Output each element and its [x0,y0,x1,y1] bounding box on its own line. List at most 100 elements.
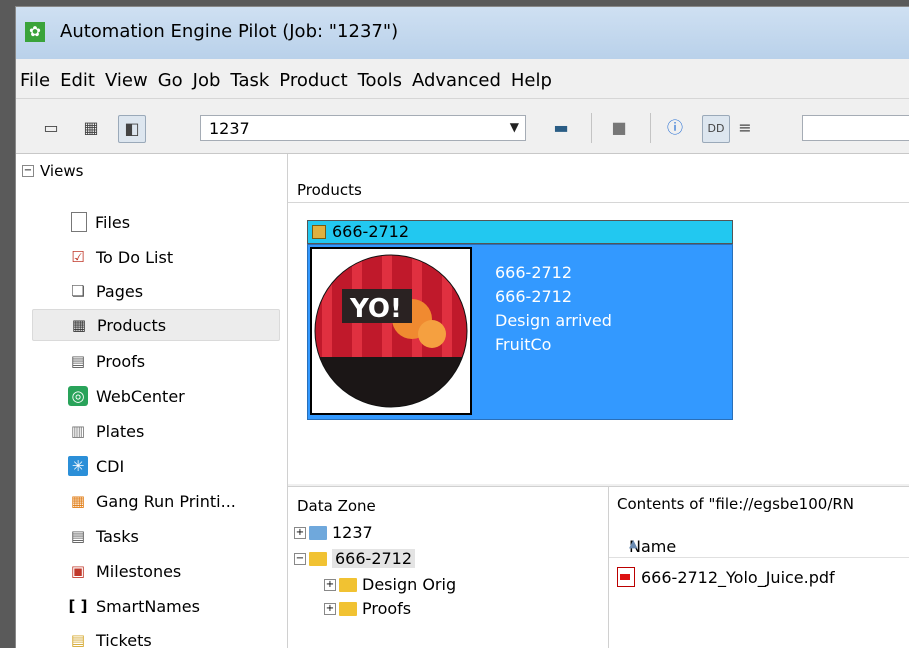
nav-item-label: Products [97,316,166,335]
products-header: Products [288,176,909,203]
plates-icon: ▥ [68,421,88,441]
nav-item-label: Milestones [96,562,181,581]
nav-item-milestones[interactable]: ▣ Milestones [32,555,280,587]
list-view-icon[interactable]: ≡ [732,115,758,141]
single-pane-icon[interactable]: ▭ [38,115,64,141]
file-name: 666-2712_Yolo_Juice.pdf [641,568,835,587]
app-window: ✿ Automation Engine Pilot (Job: "1237") … [15,6,909,648]
menu-advanced[interactable]: Advanced [412,70,501,91]
tree-node-design-orig[interactable]: + Design Orig [324,575,456,594]
products-header-label: Products [297,181,362,199]
expand-icon[interactable]: + [324,579,336,591]
tree-node-666-2712[interactable]: − 666-2712 [294,549,415,568]
cdi-icon: ✳ [68,456,88,476]
contents-pane: Contents of "file://egsbe100/RN Name ▲ 6… [609,486,909,648]
sort-ascending-icon: ▲ [629,537,637,550]
info-icon[interactable]: ⓘ [662,115,688,141]
views-pane: − Views Files ☑ To Do List ❏ Pages ▦ Pro… [16,154,288,648]
nav-item-label: To Do List [96,248,173,267]
job-combo[interactable]: 1237 ▼ [200,115,526,141]
menu-go[interactable]: Go [158,70,183,91]
expand-icon[interactable]: + [324,603,336,615]
tasks-icon: ▤ [68,526,88,546]
nav-item-label: Plates [96,422,144,441]
expand-icon[interactable]: + [294,527,306,539]
products-icon: ▦ [69,315,89,335]
nav-item-label: Proofs [96,352,145,371]
views-header[interactable]: − Views [22,162,83,180]
milestones-icon: ▣ [68,561,88,581]
tree-node-1237[interactable]: + 1237 [294,523,373,542]
folder-icon [309,552,327,566]
menu-job[interactable]: Job [193,70,221,91]
name-column-header[interactable]: Name ▲ [609,527,909,558]
gang-run-icon: ▦ [68,491,88,511]
collapse-icon[interactable]: − [22,165,34,177]
job-combo-value: 1237 [209,119,250,138]
webcenter-icon: ◎ [68,386,88,406]
data-zone-pane: Data Zone + 1237 − 666-2712 + Design Ori… [288,486,609,648]
tree-node-label: Proofs [362,599,411,618]
folder-icon [309,526,327,540]
product-line: 666-2712 [495,261,612,285]
nav-item-plates[interactable]: ▥ Plates [32,415,280,447]
product-icon [312,225,326,239]
nav-item-label: Tasks [96,527,139,546]
menu-task[interactable]: Task [230,70,269,91]
menu-help[interactable]: Help [511,70,552,91]
menu-file[interactable]: File [20,70,50,91]
nav-item-cdi[interactable]: ✳ CDI [32,450,280,482]
file-row[interactable]: 666-2712_Yolo_Juice.pdf [617,567,835,587]
nav-item-tickets[interactable]: ▤ Tickets [32,624,280,648]
app-logo-icon: ✿ [25,22,45,42]
nav-item-label: SmartNames [96,597,200,616]
products-pane: Products 666-2712 [288,154,909,484]
product-card[interactable]: YO! 666-2712 666-2712 Design arrived Fru… [307,244,733,420]
nav-item-products[interactable]: ▦ Products [32,309,280,341]
tree-node-proofs[interactable]: + Proofs [324,599,411,618]
nav-item-gang-run[interactable]: ▦ Gang Run Printi... [32,485,280,517]
nav-item-webcenter[interactable]: ◎ WebCenter [32,380,280,412]
product-info: 666-2712 666-2712 Design arrived FruitCo [495,261,612,357]
pages-icon: ❏ [68,281,88,301]
toolbar-separator [650,113,651,143]
nav-item-to-do-list[interactable]: ☑ To Do List [32,241,280,273]
data-zone-header: Data Zone [288,487,608,513]
product-card-header[interactable]: 666-2712 [307,220,733,244]
nav-item-label: Pages [96,282,143,301]
nav-item-pages[interactable]: ❏ Pages [32,275,280,307]
split-pane-icon[interactable]: ◧ [118,115,146,143]
proofs-icon: ▤ [68,351,88,371]
chevron-down-icon: ▼ [510,120,519,134]
menu-product[interactable]: Product [279,70,347,91]
smartnames-icon: [ ] [68,596,88,616]
data-zone-header-label: Data Zone [297,497,376,515]
menu-view[interactable]: View [105,70,148,91]
contents-title: Contents of "file://egsbe100/RN [617,495,854,513]
grid-view-icon[interactable]: ▦ [78,115,104,141]
nav-item-smartnames[interactable]: [ ] SmartNames [32,590,280,622]
nav-item-tasks[interactable]: ▤ Tasks [32,520,280,552]
menu-edit[interactable]: Edit [60,70,95,91]
nav-item-label: Gang Run Printi... [96,492,236,511]
nav-item-files[interactable]: Files [32,206,280,238]
tree-node-label: 1237 [332,523,373,542]
thumbnail-logo-text: YO! [349,294,402,324]
menu-bar: File Edit View Go Job Task Product Tools… [16,65,909,99]
menu-tools[interactable]: Tools [358,70,402,91]
product-line: 666-2712 [495,285,612,309]
nav-item-proofs[interactable]: ▤ Proofs [32,345,280,377]
todo-icon: ☑ [68,247,88,267]
new-folder-icon[interactable]: ▬ [548,115,574,141]
collapse-icon[interactable]: − [294,553,306,565]
new-product-icon[interactable]: ■ [606,115,632,141]
nav-item-label: Files [95,213,130,232]
toolbar: ▭ ▦ ◧ 1237 ▼ ▬ ■ ⓘ DD ≡ [16,103,909,154]
product-status: Design arrived [495,309,612,333]
folder-icon [339,578,357,592]
tree-node-label: Design Orig [362,575,456,594]
nav-item-label: CDI [96,457,124,476]
file-icon [71,212,87,232]
search-input[interactable] [802,115,909,141]
thumbnail-view-icon[interactable]: DD [702,115,730,143]
